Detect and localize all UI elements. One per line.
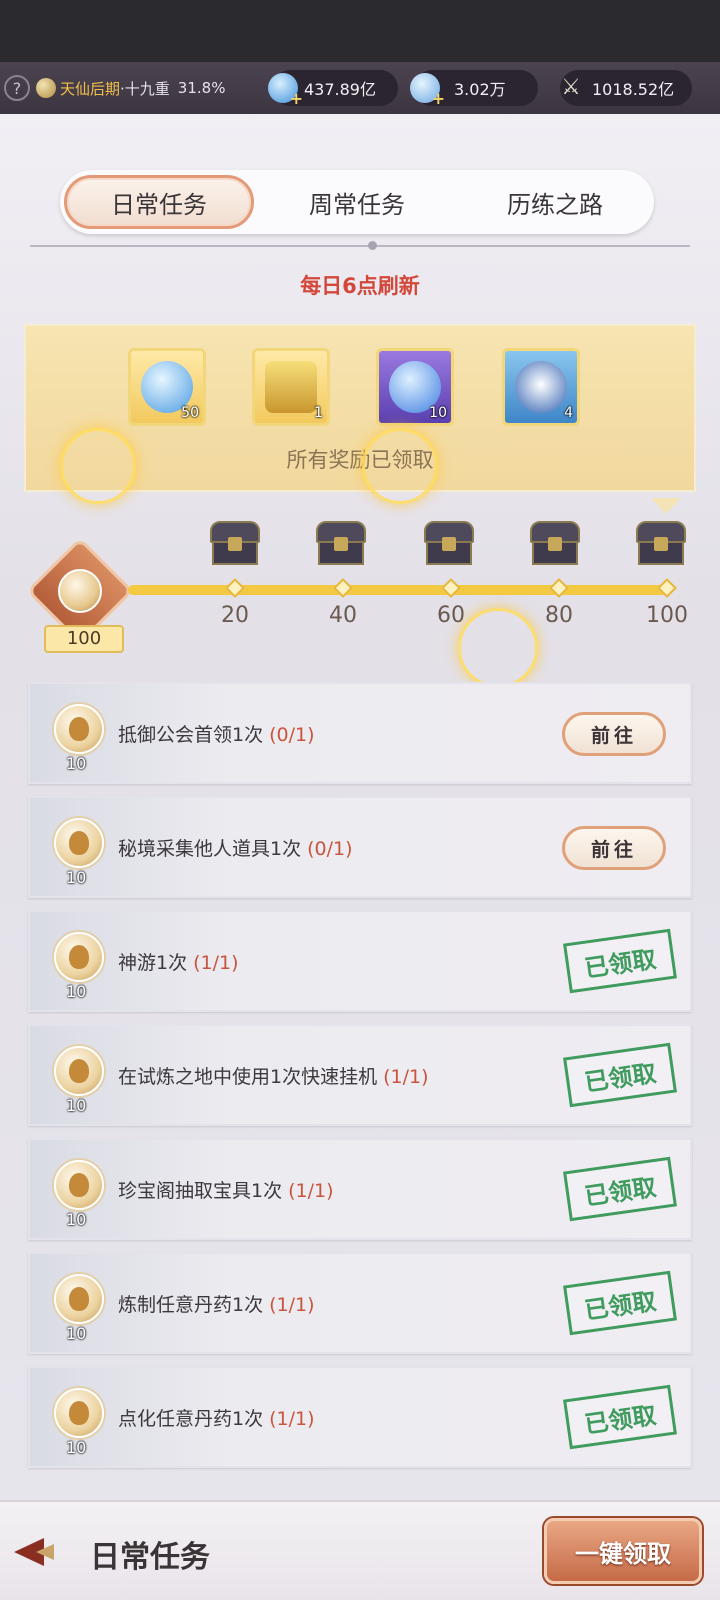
glow-ring [60,428,136,504]
crossed-swords-icon: ⚔ [561,75,581,100]
currency-spirit-stone[interactable]: + 437.89亿 [268,70,398,108]
task-progress: (1/1) [288,1180,334,1202]
golden-lantern-icon [265,361,317,413]
plus-icon: + [289,89,303,108]
claimed-stamp: 已领取 [563,1156,677,1222]
realm-level: ·十九重 [120,79,170,98]
task-name: 秘境采集他人道具1次 (0/1) [118,838,353,860]
task-progress: (1/1) [193,952,239,974]
task-progress: (0/1) [269,724,315,746]
activity-coin-icon [54,1274,104,1324]
tick-label: 20 [221,603,249,628]
currency-dragon[interactable]: + 3.02万 [410,70,538,108]
task-row: 10 在试炼之地中使用1次快速挂机 (1/1) 已领取 [28,1024,692,1126]
go-button[interactable]: 前往 [562,826,666,870]
currency2-value: 3.02万 [454,80,506,99]
task-name: 在试炼之地中使用1次快速挂机 (1/1) [118,1066,429,1088]
progress-bar [128,585,668,595]
claim-all-button[interactable]: 一键领取 [544,1518,702,1584]
reward-item[interactable]: 4 [502,348,580,426]
task-name: 抵御公会首领1次 (0/1) [118,724,315,746]
claimed-stamp: 已领取 [563,1042,677,1108]
task-progress: (1/1) [269,1408,315,1430]
currency1-value: 437.89亿 [304,80,376,99]
divider [18,241,702,250]
task-points: 10 [66,1438,87,1457]
realm-name: 天仙后期 [60,79,121,98]
task-points: 10 [66,982,87,1001]
activity-coin-icon [54,1046,104,1096]
reward-count: 1 [314,405,323,421]
task-name: 珍宝阁抽取宝具1次 (1/1) [118,1180,334,1202]
reward-count: 10 [429,405,447,421]
task-tabs: 日常任务 周常任务 历练之路 [60,170,654,234]
task-progress: (0/1) [307,838,353,860]
activity-coin-icon [54,1160,104,1210]
help-button[interactable]: ? [4,75,30,101]
reward-item[interactable]: 10 [376,348,454,426]
task-points: 10 [66,1210,87,1229]
treasure-chest-icon[interactable] [420,519,478,571]
refresh-notice: 每日6点刷新 [300,274,420,298]
task-row: 10 点化任意丹药1次 (1/1) 已领取 [28,1366,692,1468]
task-row: 10 抵御公会首领1次 (0/1) 前往 [28,682,692,784]
tick-label: 100 [646,603,688,628]
task-progress: (1/1) [383,1066,429,1088]
task-row: 10 炼制任意丹药1次 (1/1) 已领取 [28,1252,692,1354]
claimed-stamp: 已领取 [563,1384,677,1450]
combat-power: ⚔ 1018.52亿 [560,70,692,106]
resource-top-bar: ? 天仙后期 ·十九重 31.8% + 437.89亿 + 3.02万 ⚔ 10… [0,62,720,114]
bottom-bar: 日常任务 一键领取 [0,1500,720,1600]
activity-coin-icon [54,704,104,754]
glow-ring [362,428,438,504]
tab-daily[interactable]: 日常任务 [64,175,254,229]
claimed-stamp: 已领取 [563,1270,677,1336]
task-name: 炼制任意丹药1次 (1/1) [118,1294,315,1316]
tick-label: 60 [437,603,465,628]
activity-coin-icon [58,569,102,613]
task-points: 10 [66,1096,87,1115]
yinyang-icon [36,78,56,98]
progress-marker [651,498,681,514]
activity-coin-icon [54,932,104,982]
task-points: 10 [66,754,87,773]
activity-coin-icon [54,1388,104,1438]
tab-weekly[interactable]: 周常任务 [262,175,452,229]
task-points: 10 [66,868,87,887]
task-progress: (1/1) [269,1294,315,1316]
treasure-chest-icon[interactable] [206,519,264,571]
activity-coin-icon [54,818,104,868]
page-title: 日常任务 [90,1540,210,1575]
tick-label: 80 [545,603,573,628]
reward-item[interactable]: 50 [128,348,206,426]
go-button[interactable]: 前往 [562,712,666,756]
blue-flame-icon [515,361,567,413]
task-name: 神游1次 (1/1) [118,952,239,974]
spirit-stone-icon: + [268,73,303,108]
treasure-chest-icon[interactable] [526,519,584,571]
tick-label: 40 [329,603,357,628]
treasure-chest-icon[interactable] [632,519,690,571]
task-row: 10 秘境采集他人道具1次 (0/1) 前往 [28,796,692,898]
treasure-chest-icon[interactable] [312,519,370,571]
reward-count: 50 [181,405,199,421]
realm-info: 天仙后期 ·十九重 31.8% [36,78,225,99]
claimed-stamp: 已领取 [563,928,677,994]
dragon-icon: + [410,73,445,108]
back-arrow-icon[interactable] [14,1530,74,1574]
task-row: 10 神游1次 (1/1) 已领取 [28,910,692,1012]
plus-icon: + [431,89,445,108]
task-row: 10 珍宝阁抽取宝具1次 (1/1) 已领取 [28,1138,692,1240]
reward-item[interactable]: 1 [252,348,330,426]
activity-progress: 100 20 40 60 80 100 [0,521,720,655]
task-points: 10 [66,1324,87,1343]
tab-training-road[interactable]: 历练之路 [460,175,650,229]
power-value: 1018.52亿 [592,80,675,99]
realm-percent: 31.8% [177,79,226,97]
activity-points: 100 [44,625,124,653]
task-name: 点化任意丹药1次 (1/1) [118,1408,315,1430]
status-bar [0,0,720,62]
reward-count: 4 [564,405,573,421]
